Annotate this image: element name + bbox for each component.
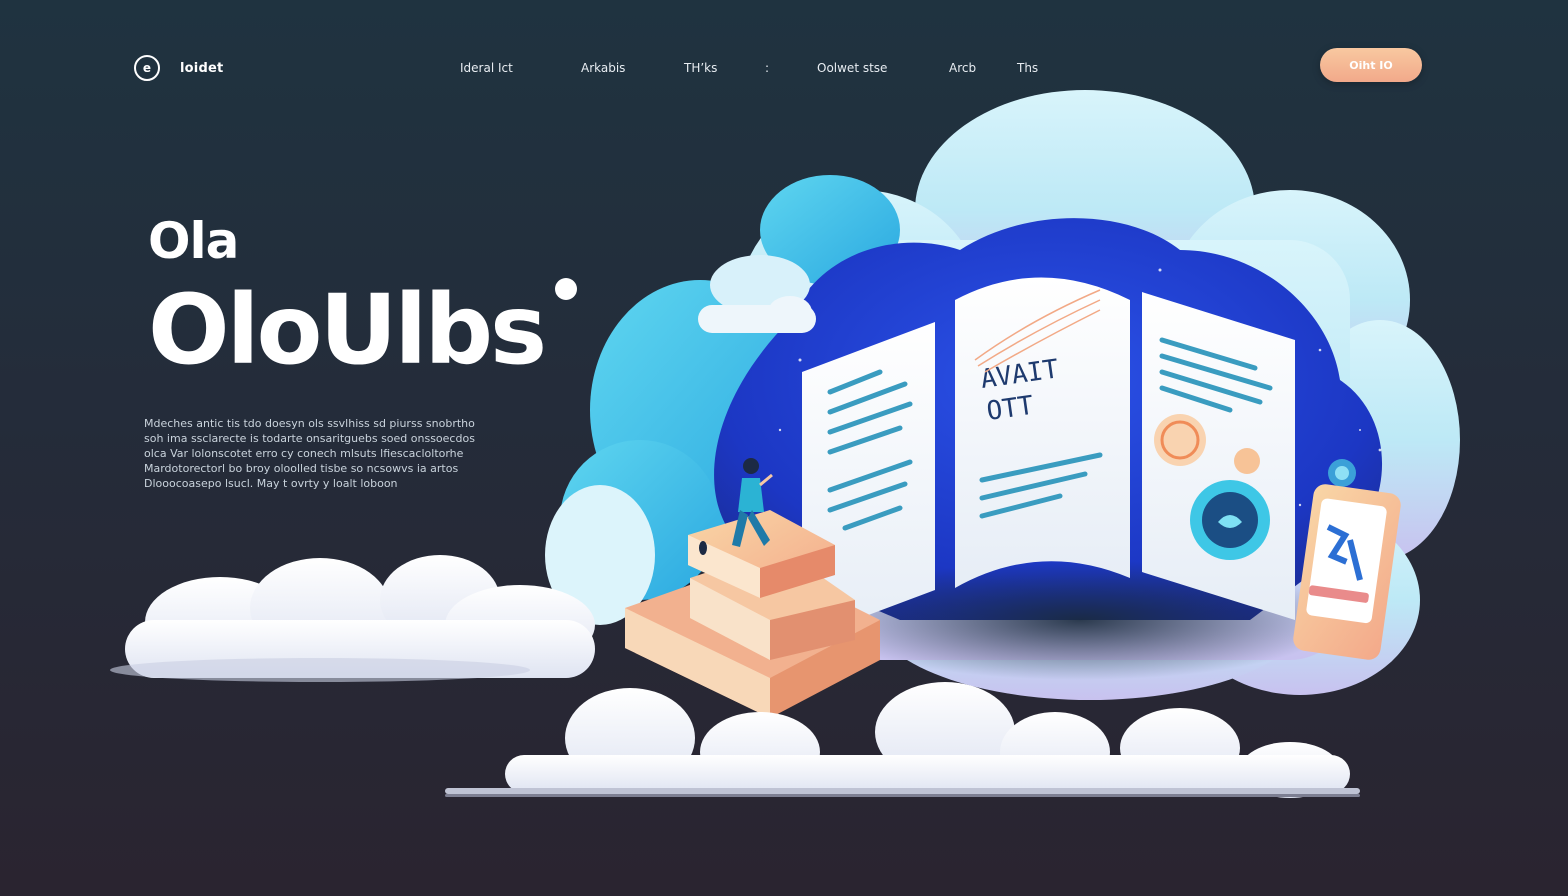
left-cloud [110,555,595,682]
hero-illustration: AVAIT OTT [110,90,1460,798]
small-cloud [698,255,816,333]
bottom-cloud [445,682,1360,798]
